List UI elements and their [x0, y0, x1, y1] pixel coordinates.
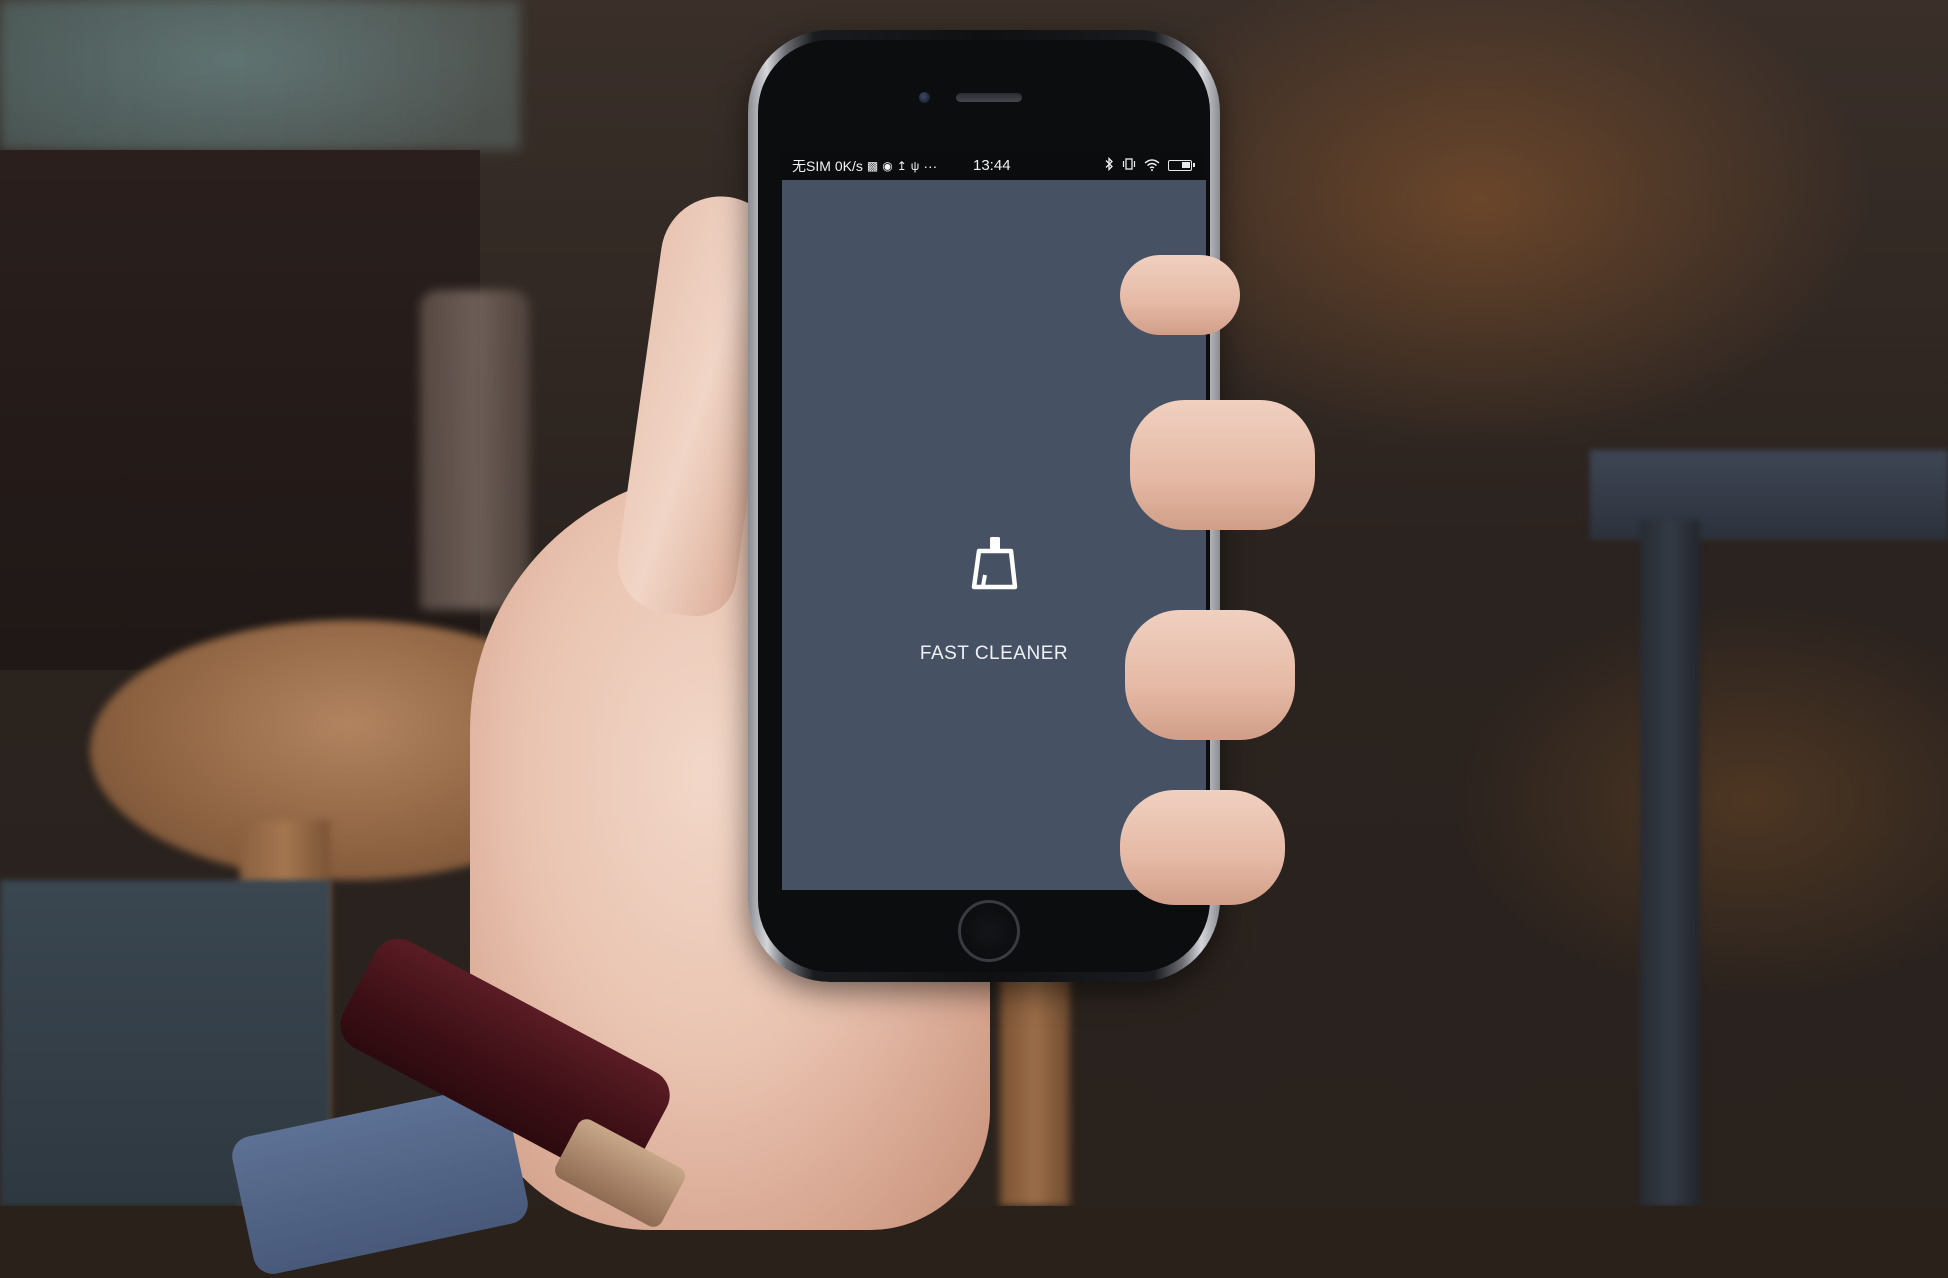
status-bar-right: [1105, 156, 1195, 174]
background-chair: [420, 290, 530, 610]
upload-icon: ↥: [896, 159, 907, 173]
battery-icon: [1168, 160, 1195, 171]
status-bar: 无SIM 0K/s ▩ ◉ ↥ ψ ··· 13:44: [782, 150, 1206, 180]
network-speed: 0K/s: [834, 158, 863, 174]
broom-icon: [971, 537, 1018, 590]
hand-finger: [1130, 400, 1315, 530]
status-time: 13:44: [973, 157, 1011, 174]
app-notification-icon: ◉: [882, 159, 893, 173]
home-button[interactable]: [958, 900, 1020, 962]
background-window: [0, 0, 520, 150]
more-notifications: ···: [923, 158, 938, 174]
vibrate-icon: [1122, 157, 1136, 174]
background-railing-post: [1640, 520, 1700, 1206]
bluetooth-icon: [1105, 156, 1114, 174]
hand-finger: [1120, 255, 1240, 335]
hand-finger: [1120, 790, 1285, 905]
hand-finger: [1125, 610, 1295, 740]
carrier-label: 无SIM: [792, 158, 831, 174]
front-camera: [919, 92, 930, 103]
earpiece-speaker: [956, 93, 1022, 102]
status-bar-left: 无SIM 0K/s ▩ ◉ ↥ ψ ···: [792, 156, 937, 176]
background-wall: [0, 150, 480, 670]
notification-icon: ▩: [866, 159, 879, 173]
usb-icon: ψ: [910, 159, 920, 173]
wifi-icon: [1144, 158, 1160, 174]
